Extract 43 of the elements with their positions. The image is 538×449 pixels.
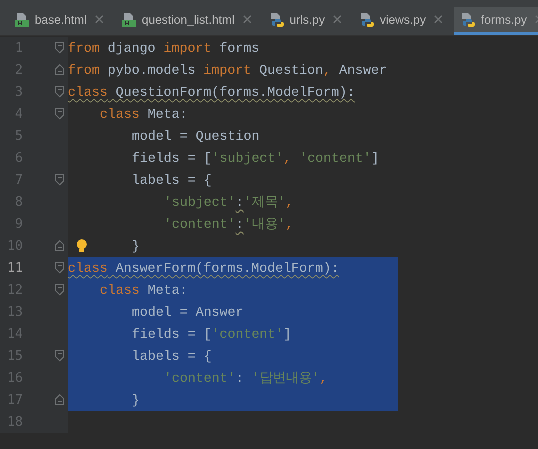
close-icon[interactable]	[333, 15, 342, 24]
code-line: class QuestionForm(forms.ModelForm):	[68, 84, 356, 100]
python-file-icon	[460, 12, 476, 28]
python-file-icon	[359, 12, 376, 28]
python-file-icon	[268, 12, 285, 28]
code-line: }	[132, 392, 140, 408]
code-line: 'subject':'제목',	[164, 194, 294, 211]
fold-icon[interactable]	[55, 86, 66, 98]
close-icon[interactable]	[434, 15, 444, 24]
editor-tab[interactable]: forms.py	[454, 7, 538, 35]
code-line: 'content':'내용',	[164, 216, 294, 233]
code-line: labels = {	[132, 348, 212, 364]
code-line: class Meta:	[100, 106, 188, 122]
fold-icon[interactable]	[55, 42, 66, 54]
editor-tab[interactable]: base.html	[8, 7, 110, 35]
close-icon[interactable]	[242, 15, 252, 24]
code-line: labels = {	[132, 172, 212, 188]
fold-icon[interactable]	[55, 394, 66, 406]
editor-tab[interactable]: question_list.html	[115, 7, 258, 35]
code-line: fields = ['content']	[132, 326, 292, 342]
fold-icon[interactable]	[55, 284, 66, 296]
code-line: model = Question	[132, 128, 260, 144]
lightbulb-icon[interactable]	[76, 239, 88, 253]
close-icon[interactable]	[95, 15, 104, 24]
code-line: }	[132, 238, 140, 254]
code-line: class AnswerForm(forms.ModelForm):	[68, 260, 340, 276]
editor-tab[interactable]: urls.py	[262, 7, 348, 35]
fold-icon[interactable]	[55, 174, 66, 186]
code-line: class Meta:	[100, 282, 188, 298]
fold-icon[interactable]	[55, 350, 66, 362]
code-line: from pybo.models import Question, Answer	[68, 62, 388, 78]
code-line: model = Answer	[132, 304, 244, 320]
fold-icon[interactable]	[55, 262, 66, 274]
fold-icon[interactable]	[55, 64, 66, 76]
code-line: from django import forms	[68, 40, 260, 56]
fold-icon[interactable]	[55, 108, 66, 120]
html-file-icon	[14, 12, 30, 28]
code-line: fields = ['subject', 'content']	[132, 150, 380, 166]
fold-icon[interactable]	[55, 240, 66, 252]
line-number: 11	[6, 260, 24, 276]
code-line: 'content': '답변내용',	[164, 370, 328, 387]
editor-tab[interactable]: views.py	[353, 7, 450, 35]
html-file-icon	[121, 12, 138, 28]
